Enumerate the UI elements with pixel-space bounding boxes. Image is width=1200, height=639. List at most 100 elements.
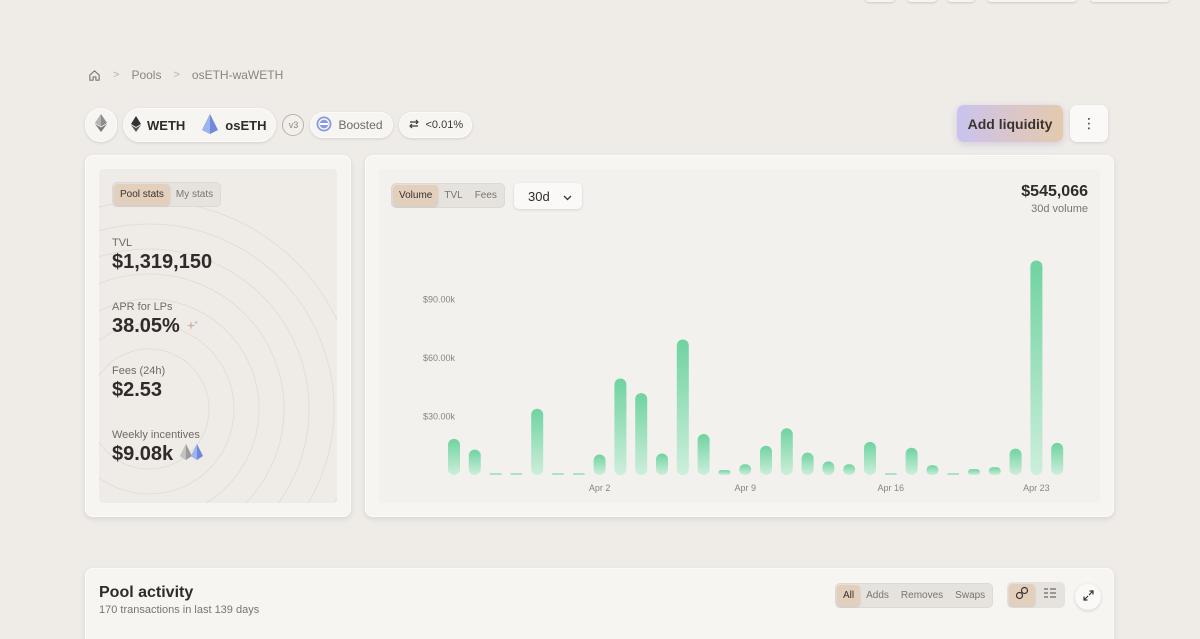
- expand-button[interactable]: [1075, 584, 1101, 610]
- volume-chart-card: Volume TVL Fees 30d $545,066 30d volume …: [365, 155, 1114, 517]
- tab-my-stats[interactable]: My stats: [170, 184, 219, 205]
- stat-value: $1,319,150: [112, 251, 213, 273]
- list-view-button[interactable]: [1037, 584, 1063, 606]
- volume-bar[interactable]: [448, 438, 460, 475]
- volume-bar[interactable]: [968, 469, 980, 475]
- token-weth[interactable]: WETH: [131, 115, 186, 135]
- boosted-label: Boosted: [338, 118, 383, 132]
- volume-chart-panel: Volume TVL Fees 30d $545,066 30d volume …: [379, 169, 1100, 503]
- more-vertical-icon: ⋮: [1082, 115, 1096, 131]
- tab-pool-stats[interactable]: Pool stats: [114, 184, 170, 205]
- more-options-button[interactable]: ⋮: [1070, 105, 1108, 142]
- volume-bar[interactable]: [635, 393, 648, 475]
- volume-bar[interactable]: [988, 467, 1001, 475]
- top-toolbar-button[interactable]: [947, 0, 975, 2]
- stat-label: Fees (24h): [112, 365, 166, 377]
- stat-value: $9.08k: [112, 443, 174, 465]
- volume-bar[interactable]: [552, 473, 564, 475]
- token-symbol: WETH: [147, 117, 186, 133]
- volume-bar[interactable]: [676, 339, 689, 475]
- breadcrumb: > Pools > osETH-waWETH: [88, 68, 283, 82]
- volume-bar[interactable]: [739, 464, 752, 475]
- volume-bar[interactable]: [780, 428, 793, 475]
- volume-bar[interactable]: [614, 378, 627, 475]
- y-tick-label: $60.00k: [423, 353, 456, 363]
- volume-bar[interactable]: [718, 470, 731, 475]
- add-liquidity-button[interactable]: Add liquidity: [957, 105, 1063, 142]
- stat-label: TVL: [112, 237, 133, 249]
- sparkle-icon[interactable]: [186, 315, 198, 338]
- pool-stats-card: Pool stats My stats TVL $1,319,150 APR f…: [85, 155, 351, 517]
- home-icon[interactable]: [88, 69, 101, 82]
- bubble-view-button[interactable]: [1009, 584, 1035, 606]
- volume-bar[interactable]: [822, 461, 835, 475]
- breadcrumb-pools-link[interactable]: Pools: [131, 68, 161, 82]
- volume-bar-chart[interactable]: $30.00k $60.00k $90.00k Apr 2 Apr 9 Apr 16 Ap…: [379, 169, 1100, 503]
- expand-icon: [1082, 588, 1094, 606]
- stat-apr: APR for LPs 38.05%: [112, 301, 198, 338]
- volume-bar[interactable]: [489, 473, 502, 475]
- x-tick-label: Apr 23: [1023, 483, 1050, 493]
- x-tick-label: Apr 2: [589, 483, 611, 493]
- volume-bar[interactable]: [697, 434, 710, 475]
- volume-bar[interactable]: [656, 453, 668, 475]
- volume-bar[interactable]: [531, 408, 544, 475]
- activity-filter-tabs: All Adds Removes Swaps: [835, 583, 994, 608]
- breadcrumb-current: osETH-waWETH: [191, 68, 284, 82]
- version-badge: v3: [282, 114, 305, 136]
- activity-title: Pool activity: [99, 584, 194, 601]
- filter-swaps[interactable]: Swaps: [949, 585, 991, 606]
- eth-icon: [131, 115, 141, 135]
- volume-bar[interactable]: [947, 473, 960, 475]
- boosted-badge[interactable]: Boosted: [310, 112, 393, 138]
- network-badge[interactable]: [85, 108, 117, 142]
- ethereum-network-icon: [95, 113, 107, 137]
- filter-adds[interactable]: Adds: [860, 585, 895, 606]
- chevron-right-icon: >: [113, 69, 120, 81]
- token-oseth[interactable]: osETH: [201, 113, 267, 137]
- stat-tvl: TVL $1,319,150: [112, 237, 212, 274]
- top-toolbar-button[interactable]: [1090, 0, 1170, 2]
- y-tick-label: $90.00k: [423, 295, 456, 305]
- volume-bar[interactable]: [760, 445, 772, 475]
- swap-fee-value: <0.01%: [425, 119, 464, 131]
- token-symbol: osETH: [225, 117, 267, 133]
- chevron-right-icon: >: [173, 69, 180, 81]
- stat-weekly-incentives: Weekly incentives $9.08k: [112, 429, 205, 466]
- activity-view-toggle: [1007, 582, 1065, 608]
- volume-bar[interactable]: [572, 473, 585, 475]
- filter-all[interactable]: All: [837, 585, 861, 606]
- stat-label: APR for LPs: [112, 301, 173, 313]
- pool-tokens[interactable]: WETH osETH: [123, 108, 277, 142]
- pool-activity-card: Pool activity 170 transactions in last 1…: [85, 568, 1114, 639]
- stat-value: 38.05%: [112, 315, 180, 337]
- x-tick-label: Apr 16: [878, 483, 905, 493]
- top-toolbar-button[interactable]: [865, 0, 895, 2]
- volume-bar[interactable]: [1051, 442, 1064, 475]
- volume-bar[interactable]: [510, 473, 523, 475]
- bubbles-icon: [1015, 586, 1029, 605]
- volume-bar[interactable]: [1009, 448, 1022, 475]
- volume-bar[interactable]: [926, 465, 939, 475]
- swap-fee-badge[interactable]: <0.01%: [398, 112, 473, 138]
- stat-label: Weekly incentives: [112, 429, 200, 441]
- boosted-icon: [316, 116, 332, 135]
- swap-arrows-icon: [408, 118, 420, 133]
- oseth-icon: [201, 113, 219, 137]
- volume-bar[interactable]: [843, 464, 856, 475]
- top-toolbar-button[interactable]: [987, 0, 1077, 2]
- y-tick-label: $30.00k: [423, 412, 456, 422]
- volume-bar[interactable]: [1030, 260, 1043, 476]
- volume-bar[interactable]: [468, 449, 481, 475]
- volume-bar[interactable]: [905, 447, 918, 475]
- stat-fees: Fees (24h) $2.53: [112, 365, 165, 402]
- x-tick-label: Apr 9: [734, 483, 756, 493]
- filter-removes[interactable]: Removes: [895, 585, 949, 606]
- volume-bar[interactable]: [864, 441, 876, 475]
- pool-stats-panel: Pool stats My stats TVL $1,319,150 APR f…: [99, 169, 337, 503]
- volume-bar[interactable]: [801, 452, 814, 475]
- volume-bar[interactable]: [884, 473, 897, 475]
- top-toolbar-button[interactable]: [907, 0, 937, 2]
- volume-bar[interactable]: [593, 454, 606, 475]
- incentive-tokens-icon[interactable]: [179, 443, 205, 466]
